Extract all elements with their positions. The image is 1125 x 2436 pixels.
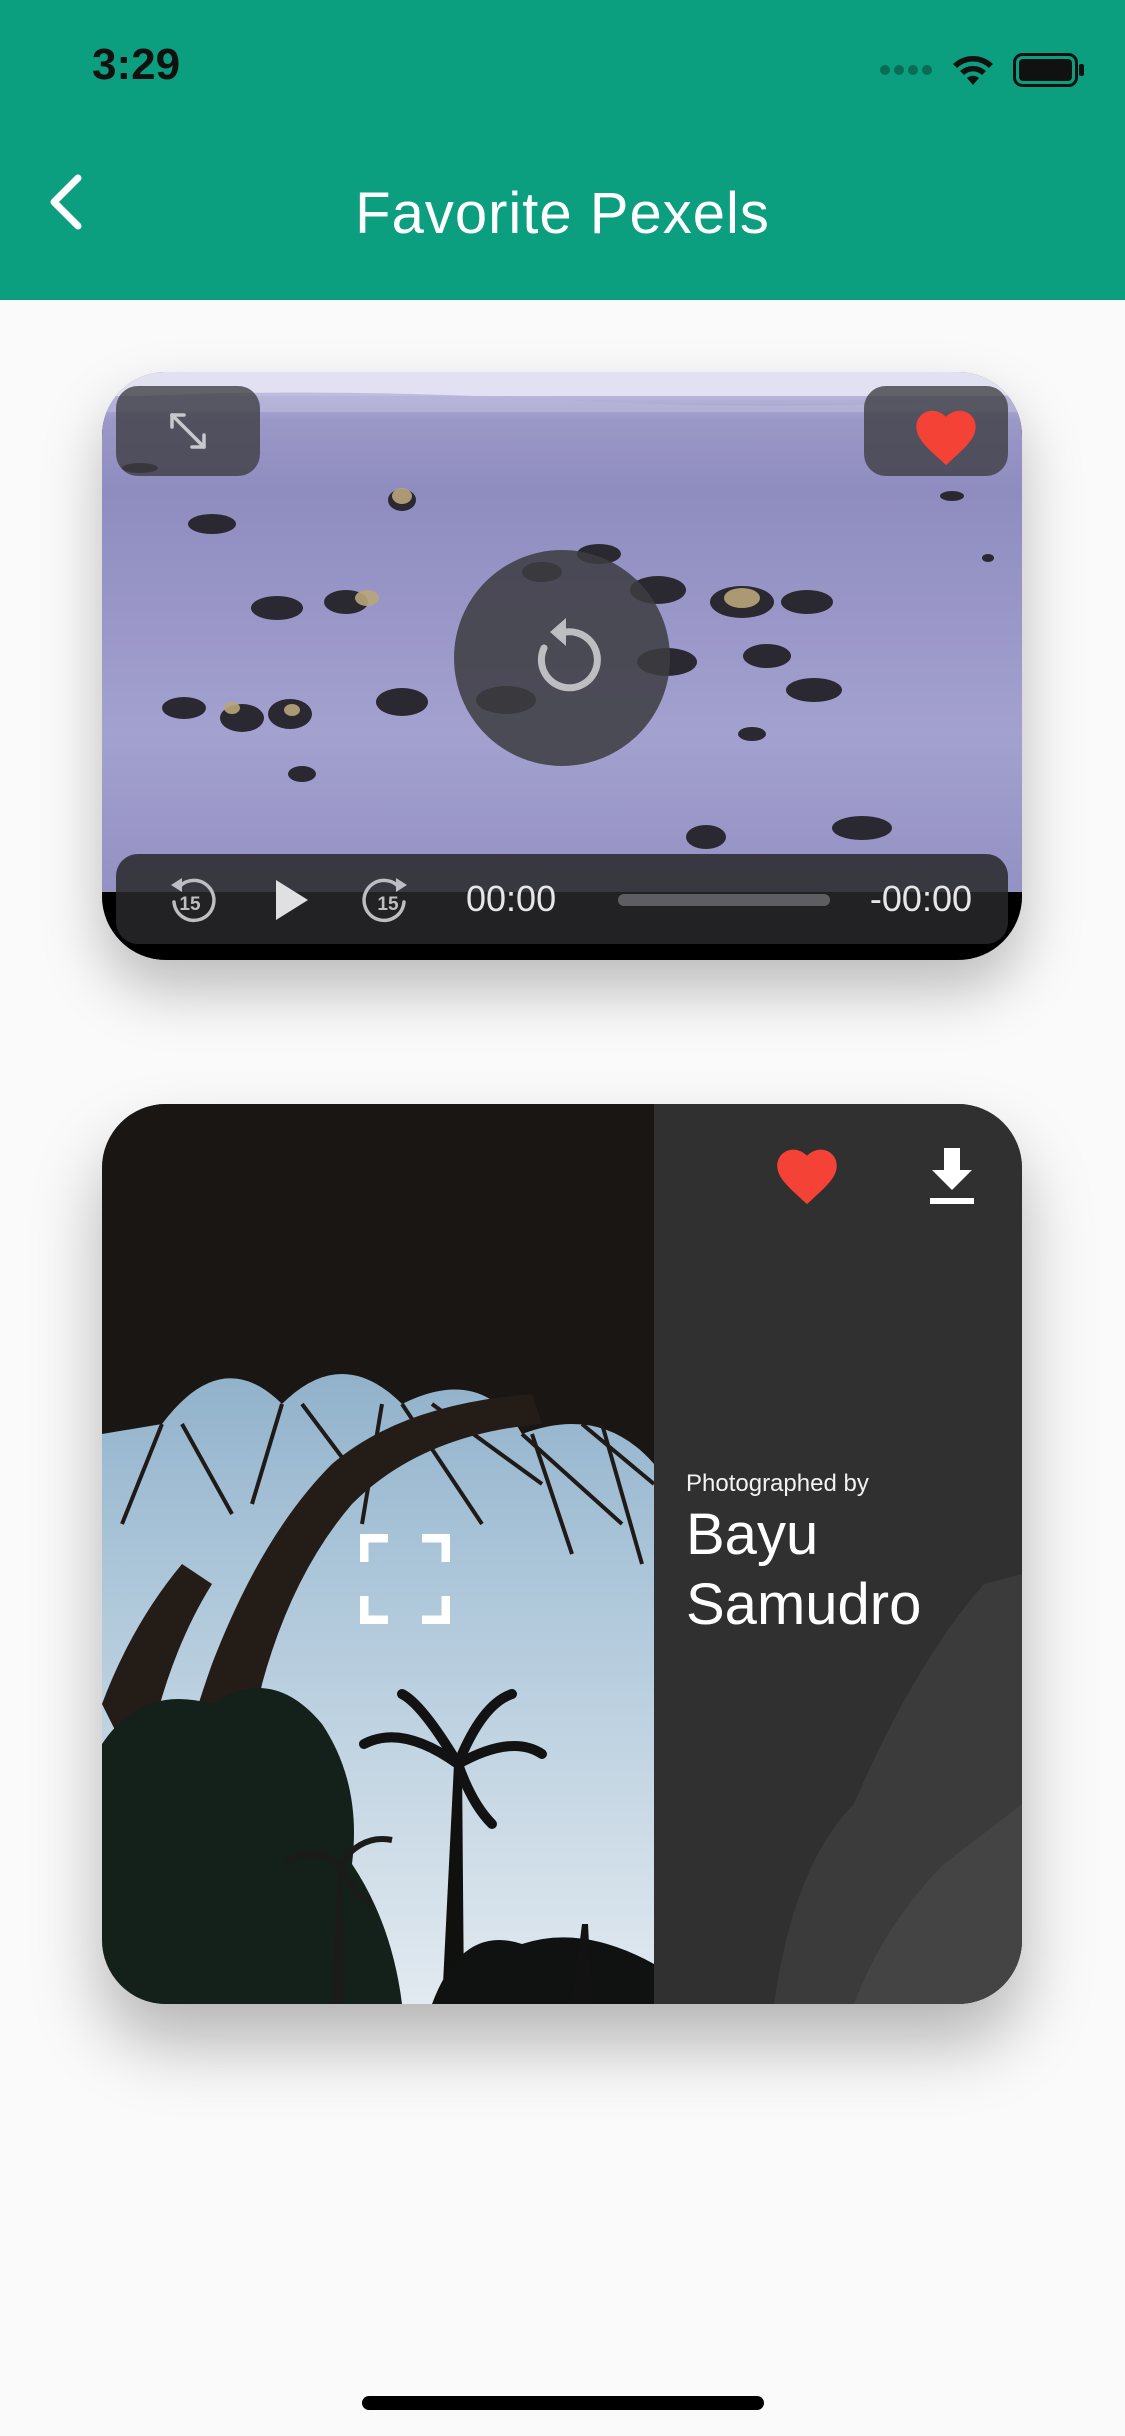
- battery-icon: [1013, 53, 1084, 87]
- wifi-icon: [953, 56, 993, 85]
- home-indicator[interactable]: [362, 2396, 764, 2410]
- video-favorite-button[interactable]: [864, 386, 1008, 476]
- page-title: Favorite Pexels: [355, 181, 770, 246]
- app-bar: 3:29 Favorite Pexels: [0, 0, 1125, 300]
- replay-button[interactable]: [454, 550, 670, 766]
- skip-forward-label: 15: [377, 894, 399, 915]
- status-icons: [879, 52, 1085, 88]
- photo-card[interactable]: Photographed by Bayu Samudro: [102, 1104, 1022, 2004]
- status-time: 3:29: [92, 40, 181, 89]
- play-icon[interactable]: [262, 872, 318, 928]
- expand-icon: [170, 413, 206, 449]
- current-time: 00:00: [466, 878, 557, 919]
- fullscreen-focus-icon[interactable]: [360, 1534, 450, 1624]
- cellular-signal-icon: [880, 65, 932, 75]
- skip-back-15-icon[interactable]: 15: [162, 872, 218, 928]
- video-card[interactable]: 15 15 00:00 -00:00: [102, 372, 1022, 960]
- photo-info-panel: Photographed by Bayu Samudro: [654, 1104, 1022, 2004]
- fullscreen-button[interactable]: [116, 386, 260, 476]
- skip-back-label: 15: [179, 894, 201, 915]
- replay-icon: [537, 618, 601, 692]
- heart-icon: [916, 410, 976, 466]
- photographer-name: Bayu Samudro: [686, 1502, 922, 1637]
- video-controls: 15 15 00:00 -00:00: [116, 854, 1008, 944]
- remaining-time: -00:00: [869, 878, 972, 919]
- photo-favorite-heart-icon[interactable]: [772, 1140, 842, 1210]
- photographed-by-label: Photographed by: [686, 1470, 869, 1497]
- skip-forward-15-icon[interactable]: 15: [360, 872, 416, 928]
- download-icon[interactable]: [924, 1144, 980, 1208]
- progress-bar[interactable]: [618, 894, 830, 906]
